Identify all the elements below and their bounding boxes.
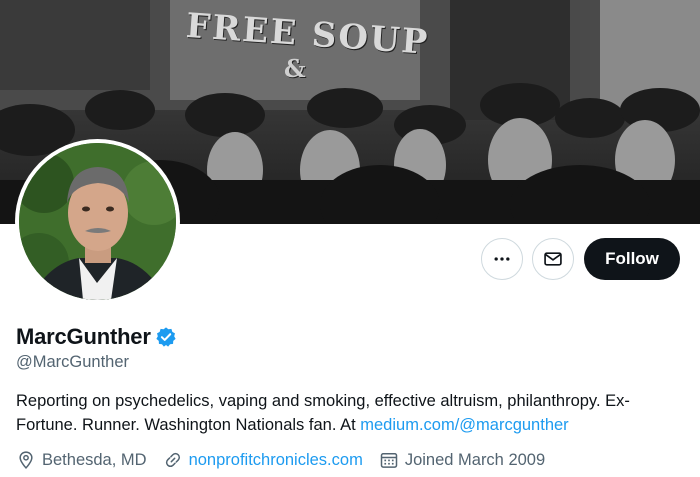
location-pin-icon [19,451,33,470]
display-name: MarcGunther [16,324,151,349]
calendar-icon [380,453,398,468]
verified-badge-icon [155,326,177,348]
banner-sign-amp: & [284,54,306,83]
avatar-photo [19,143,176,300]
link-icon [165,452,180,468]
location-item: Bethesda, MD [16,450,147,470]
envelope-icon [544,252,562,266]
joined-text: Joined March 2009 [404,450,546,469]
joined-item: Joined March 2009 [379,450,545,470]
profile-meta: Bethesda, MD nonprofitchronicles.com Joi… [16,450,561,470]
profile-handle: @MarcGunther [16,353,130,371]
more-options-button[interactable] [481,238,523,280]
website-link[interactable]: nonprofitchronicles.com [189,451,363,470]
location-text: Bethesda, MD [42,450,147,469]
website-item[interactable]: nonprofitchronicles.com [163,450,363,470]
profile-name-row: MarcGunther [16,324,177,350]
more-horizontal-icon [494,257,510,261]
profile-avatar[interactable] [15,139,180,304]
follow-button[interactable]: Follow [584,238,680,280]
profile-bio: Reporting on psychedelics, vaping and sm… [16,389,686,437]
message-button[interactable] [532,238,574,280]
bio-link[interactable]: medium.com/@marcgunther [360,416,568,434]
